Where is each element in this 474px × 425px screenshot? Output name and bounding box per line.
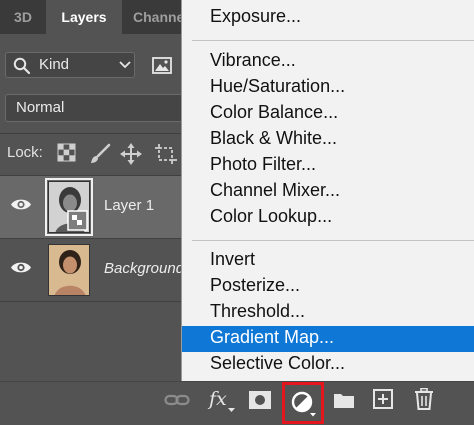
lock-image-pixels-icon[interactable] [89, 143, 111, 165]
menu-item-invert[interactable]: Invert [182, 248, 474, 274]
menu-item-photo-filter[interactable]: Photo Filter... [182, 153, 474, 179]
layer-thumbnail[interactable] [48, 244, 90, 296]
menu-item-exposure[interactable]: Exposure... [182, 5, 474, 31]
menu-item-color-balance[interactable]: Color Balance... [182, 101, 474, 127]
menu-item-selective-color[interactable]: Selective Color... [182, 352, 474, 378]
menu-item-hue-saturation[interactable]: Hue/Saturation... [182, 75, 474, 101]
new-layer-icon[interactable] [373, 389, 393, 409]
menu-item-black-white[interactable]: Black & White... [182, 127, 474, 153]
portrait-thumbnail-image [49, 182, 89, 232]
adjustment-layer-button[interactable] [282, 382, 324, 424]
chevron-down-icon [119, 61, 131, 69]
mask-icon[interactable] [249, 391, 271, 409]
tab-3d[interactable]: 3D [0, 0, 46, 34]
lock-artboard-icon[interactable] [154, 143, 178, 165]
visibility-eye-icon[interactable] [10, 260, 32, 275]
kind-filter-select[interactable]: Kind [5, 52, 135, 78]
layer-name[interactable]: Layer 1 [104, 197, 154, 214]
lock-transparent-pixels-icon[interactable] [57, 143, 76, 162]
tab-layers[interactable]: Layers [46, 0, 122, 34]
layers-bottom-toolbar: fx [0, 381, 474, 425]
group-folder-icon[interactable] [333, 391, 355, 409]
chevron-down-icon [228, 408, 235, 412]
fx-icon[interactable]: fx [209, 388, 227, 410]
portrait-thumbnail-image [49, 245, 89, 295]
blend-mode-select[interactable]: Normal [5, 94, 205, 122]
trash-icon[interactable] [414, 388, 434, 410]
link-layers-icon[interactable] [164, 392, 190, 408]
pixel-filter-icon[interactable] [152, 57, 172, 74]
menu-item-vibrance[interactable]: Vibrance... [182, 49, 474, 75]
layer-name[interactable]: Background [104, 260, 184, 277]
search-icon [13, 57, 31, 75]
menu-separator [192, 40, 474, 41]
adjustment-layer-menu: Exposure... Vibrance... Hue/Saturation..… [181, 0, 474, 381]
lock-label: Lock: [7, 144, 43, 161]
lock-position-icon[interactable] [120, 143, 142, 165]
menu-item-gradient-map[interactable]: Gradient Map... [182, 326, 474, 352]
blend-mode-value: Normal [16, 99, 65, 116]
menu-item-threshold[interactable]: Threshold... [182, 300, 474, 326]
menu-item-color-lookup[interactable]: Color Lookup... [182, 205, 474, 231]
visibility-eye-icon[interactable] [10, 197, 32, 212]
menu-separator [192, 240, 474, 241]
kind-filter-label: Kind [39, 56, 70, 73]
adjustment-layer-icon [291, 391, 316, 417]
menu-item-posterize[interactable]: Posterize... [182, 274, 474, 300]
layer-thumbnail[interactable] [45, 178, 93, 236]
menu-item-channel-mixer[interactable]: Channel Mixer... [182, 179, 474, 205]
